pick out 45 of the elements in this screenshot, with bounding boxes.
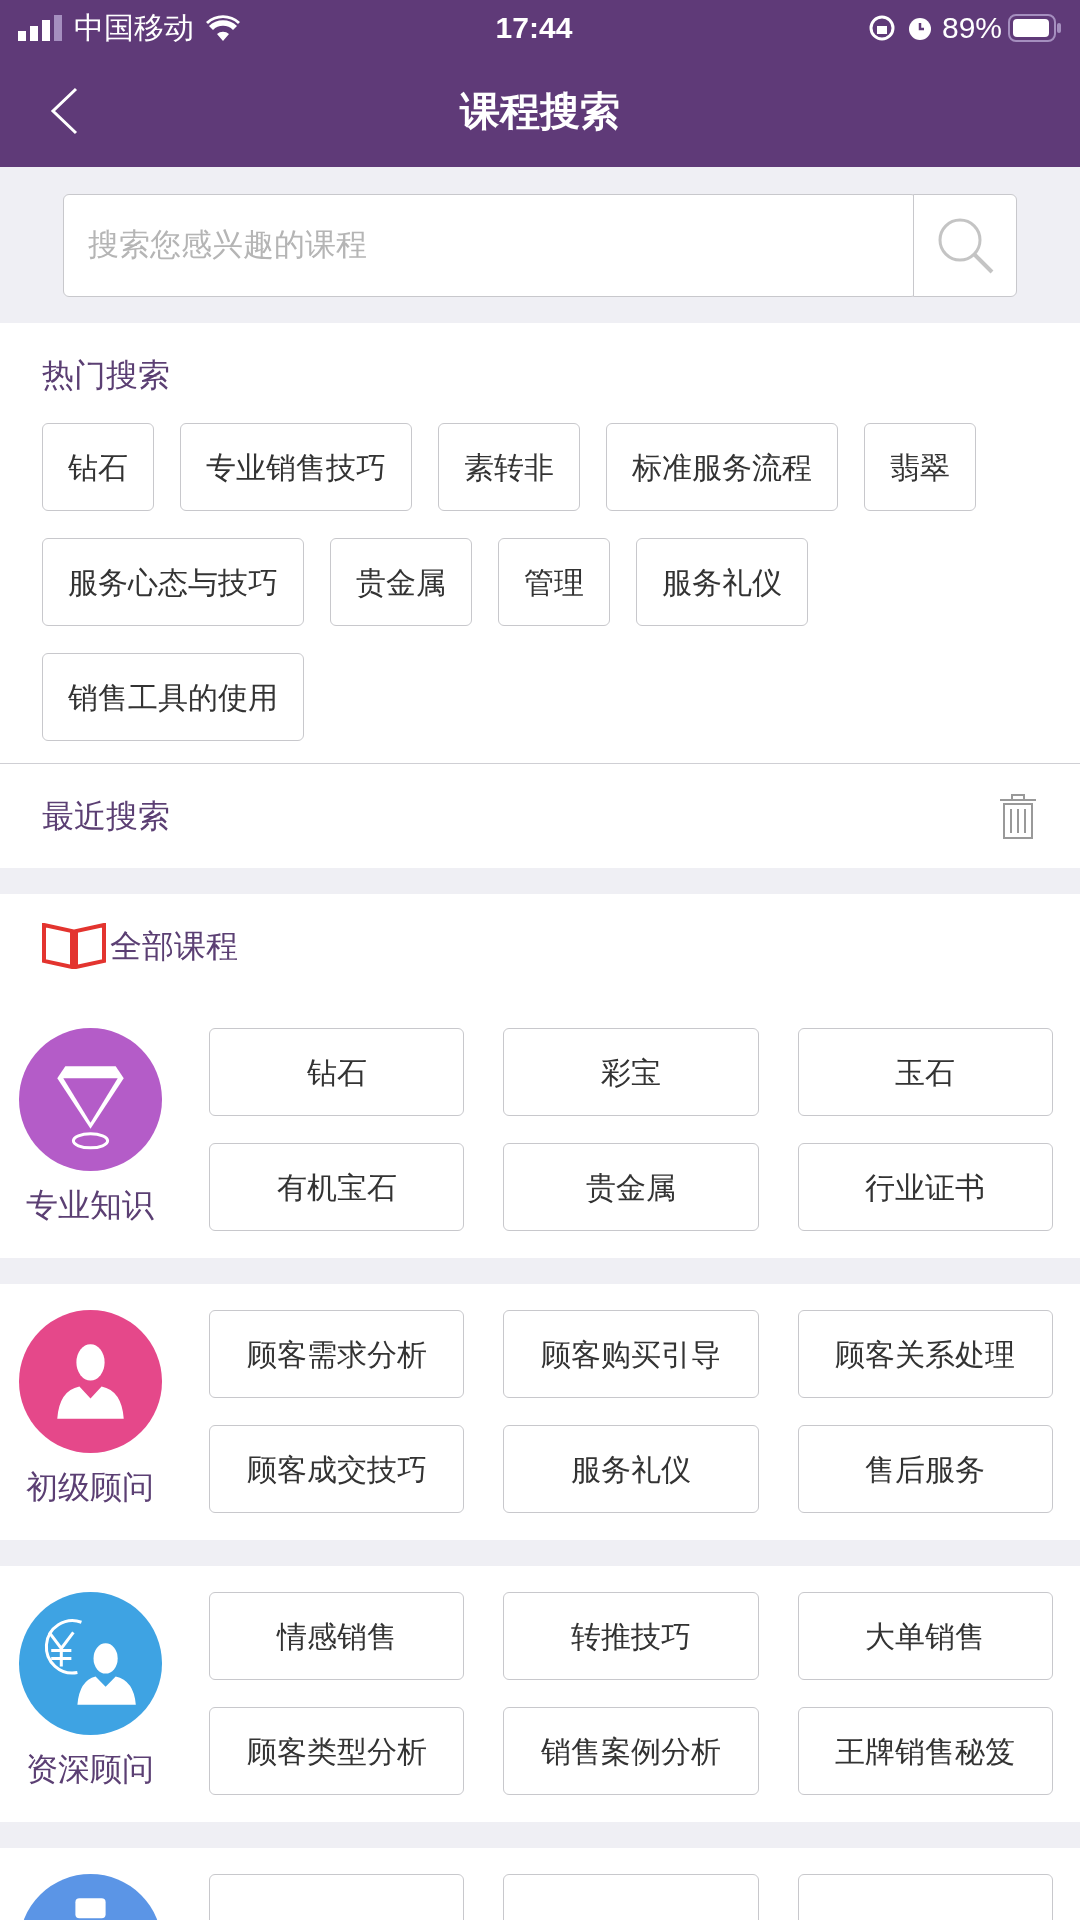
clock-time: 17:44	[494, 10, 574, 46]
course-button[interactable]: 有机宝石	[209, 1143, 465, 1231]
course-button[interactable]: 王牌销售秘笈	[797, 1707, 1053, 1795]
signal-icon	[18, 14, 64, 41]
section-title: 热门搜索	[42, 356, 171, 395]
book-icon	[42, 923, 106, 969]
course-button[interactable]: 服务礼仪	[503, 1425, 759, 1513]
page-title: 课程搜索	[460, 88, 620, 135]
course-button[interactable]: 顾客购买引导	[503, 1310, 759, 1398]
course-button[interactable]: 彩宝	[503, 1028, 759, 1116]
category-label: 专业知识	[26, 1186, 154, 1225]
section-title: 全部课程	[110, 927, 238, 966]
search-tag[interactable]: 服务心态与技巧	[42, 538, 304, 626]
search-tag[interactable]: 销售工具的使用	[42, 653, 304, 741]
course-button[interactable]: 顾客成交技巧	[209, 1425, 465, 1513]
search-tag[interactable]: 专业销售技巧	[180, 423, 412, 511]
search-button[interactable]	[913, 193, 1017, 297]
category-label: 初级顾问	[26, 1468, 154, 1507]
course-button[interactable]: 售后服务	[797, 1425, 1053, 1513]
course-button[interactable]: 钻石	[209, 1028, 465, 1116]
course-button[interactable]: 销售案例分析	[503, 1707, 759, 1795]
delete-button[interactable]	[998, 792, 1038, 840]
search-tag[interactable]: 标准服务流程	[606, 423, 838, 511]
course-button[interactable]: 玉石	[797, 1028, 1053, 1116]
course-button[interactable]: 情感销售	[209, 1592, 465, 1680]
category-label: 资深顾问	[26, 1750, 154, 1789]
course-button[interactable]: 行业证书	[797, 1143, 1053, 1231]
course-button[interactable]: 转推技巧	[503, 1592, 759, 1680]
wifi-icon	[206, 14, 240, 41]
course-button[interactable]: 顾客类型分析	[209, 1707, 465, 1795]
carrier-name: 中国移动	[74, 10, 194, 46]
course-button[interactable]: 顾客需求分析	[209, 1310, 465, 1398]
course-button[interactable]: 贵金属	[503, 1143, 759, 1231]
course-button[interactable]: 大单销售	[797, 1592, 1053, 1680]
search-tag[interactable]: 服务礼仪	[636, 538, 808, 626]
search-tag[interactable]: 管理	[498, 538, 610, 626]
search-tag[interactable]: 素转非	[438, 423, 580, 511]
course-button[interactable]: 顾客关系处理	[797, 1310, 1053, 1398]
section-title: 最近搜索	[42, 797, 170, 836]
rotation-lock-icon	[867, 13, 896, 42]
search-tag[interactable]: 翡翠	[864, 423, 976, 511]
search-tag[interactable]: 钻石	[42, 423, 154, 511]
battery-icon	[1008, 13, 1062, 42]
battery-percent: 89%	[941, 10, 1002, 46]
search-tag[interactable]: 贵金属	[330, 538, 472, 626]
